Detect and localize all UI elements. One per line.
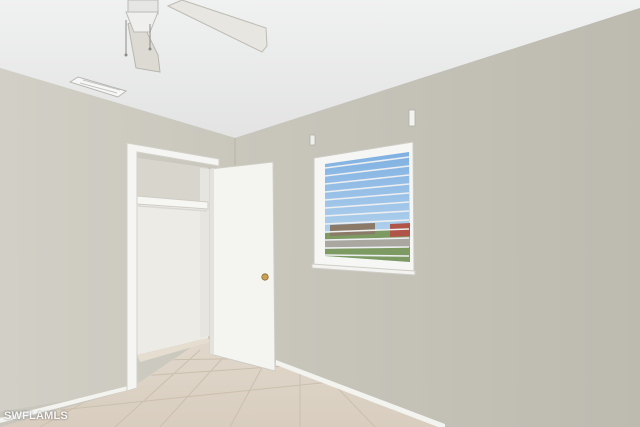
window <box>311 141 416 276</box>
wall-switch <box>408 109 416 127</box>
wall-hook <box>309 134 316 146</box>
closet-door <box>209 161 276 372</box>
watermark-text: SWFLAMLS <box>4 410 68 422</box>
room-photo: SWFLAMLS <box>0 0 640 427</box>
door-knob <box>261 273 269 281</box>
room-illustration <box>0 0 640 427</box>
